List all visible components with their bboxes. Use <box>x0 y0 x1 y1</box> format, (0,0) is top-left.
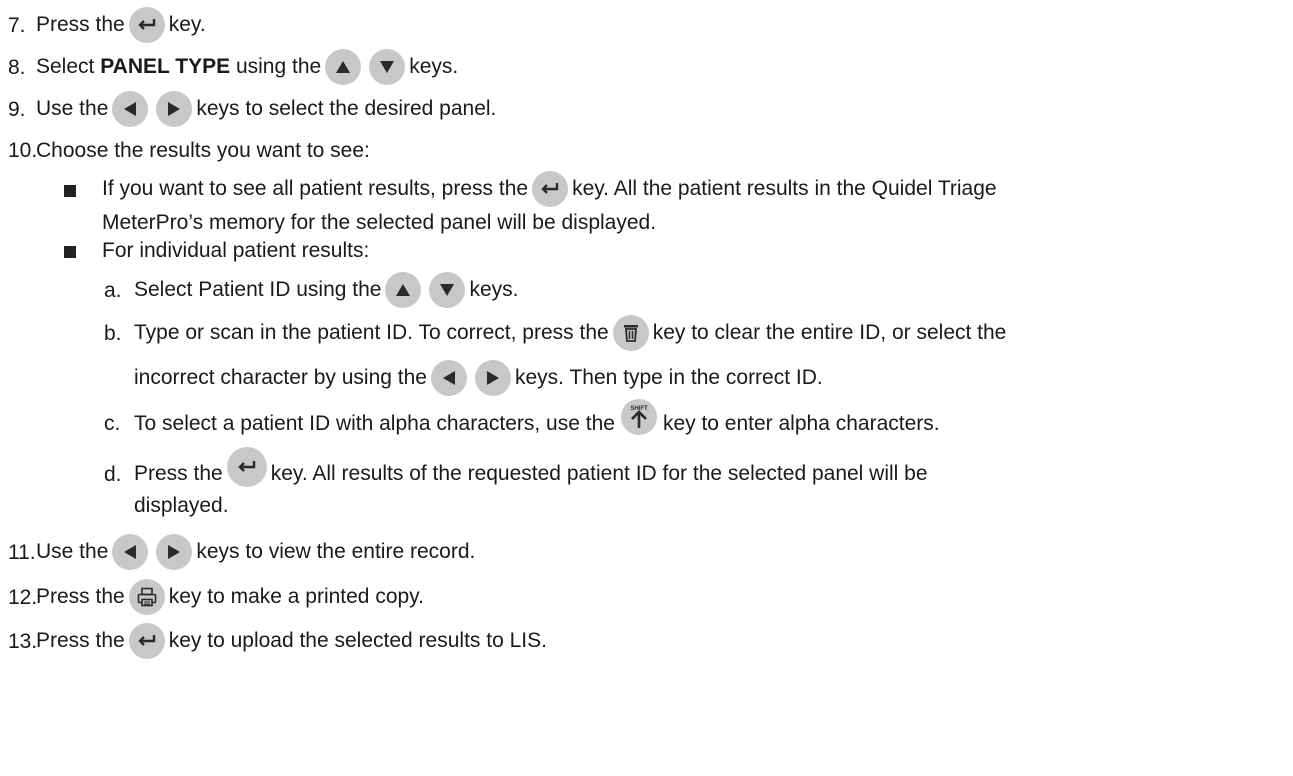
substep-d-text-b: key. All results of the requested patien… <box>270 462 928 485</box>
instruction-page: 7. Press the key. 8. Select PANEL TYPE u… <box>0 0 1293 776</box>
substep-b-text-a: Type or scan in the patient ID. To corre… <box>134 321 609 344</box>
up-arrow-key-icon <box>325 49 362 85</box>
enter-key-icon <box>128 623 165 659</box>
step-12-number: 12. <box>8 586 38 609</box>
substep-d-letter: d. <box>104 463 122 486</box>
substep-b-text-b: key to clear the entire ID, or select th… <box>652 321 1007 344</box>
step-8: Select PANEL TYPE using the keys. <box>36 49 458 85</box>
enter-key-icon <box>532 171 569 207</box>
print-key-icon <box>128 579 165 615</box>
bullet-1-text-c: MeterPro’s memory for the selected panel… <box>102 211 657 234</box>
bullet-all-results: If you want to see all patient results, … <box>102 171 997 207</box>
substep-d-text-c: displayed. <box>134 494 229 517</box>
step-9-number: 9. <box>8 98 26 121</box>
substep-c-text-b: key to enter alpha characters. <box>662 412 940 435</box>
enter-key-icon <box>226 447 267 487</box>
substep-d: Press the key. All results of the reques… <box>134 447 928 487</box>
step-10-number: 10. <box>8 139 38 162</box>
step-7-number: 7. <box>8 14 26 37</box>
down-arrow-key-icon <box>429 272 466 308</box>
step-13-text-b: key to upload the selected results to LI… <box>168 629 547 652</box>
trash-key-icon <box>612 315 649 351</box>
substep-b: Type or scan in the patient ID. To corre… <box>134 315 1006 351</box>
substep-a-text-a: Select Patient ID using the <box>134 278 382 301</box>
down-arrow-key-icon <box>369 49 406 85</box>
left-arrow-key-icon <box>112 91 149 127</box>
step-13-number: 13. <box>8 630 38 653</box>
step-7-text-a: Press the <box>36 13 125 36</box>
substep-c-letter: c. <box>104 412 121 435</box>
step-8-panel-type: PANEL TYPE <box>100 55 231 78</box>
substep-c: To select a patient ID with alpha charac… <box>134 397 940 437</box>
step-11-text-a: Use the <box>36 540 109 563</box>
step-11: Use the keys to view the entire record. <box>36 534 475 570</box>
bullet-marker <box>64 246 76 258</box>
right-arrow-key-icon <box>156 91 193 127</box>
step-9: Use the keys to select the desired panel… <box>36 91 496 127</box>
substep-b-line-2: incorrect character by using the keys. T… <box>134 360 823 396</box>
substep-b-text-c: incorrect character by using the <box>134 366 427 389</box>
step-12: Press the key to make a printed copy. <box>36 579 424 615</box>
substep-a: Select Patient ID using the keys. <box>134 272 519 308</box>
enter-key-icon <box>128 7 165 43</box>
step-13: Press the key to upload the selected res… <box>36 623 547 659</box>
step-8-number: 8. <box>8 56 26 79</box>
substep-a-letter: a. <box>104 279 122 302</box>
step-8-text-a: Select <box>36 55 101 78</box>
right-arrow-key-icon <box>474 360 511 396</box>
step-9-text-a: Use the <box>36 97 109 120</box>
step-13-text-a: Press the <box>36 629 125 652</box>
substep-a-text-b: keys. <box>469 278 519 301</box>
step-10-text-a: Choose the results you want to see: <box>36 139 370 162</box>
left-arrow-key-icon <box>430 360 467 396</box>
bullet-1-text-b: key. All the patient results in the Quid… <box>572 177 997 200</box>
step-10: Choose the results you want to see: <box>36 139 370 163</box>
step-11-number: 11. <box>8 541 36 564</box>
step-9-text-b: keys to select the desired panel. <box>196 97 497 120</box>
substep-c-text-a: To select a patient ID with alpha charac… <box>134 412 615 435</box>
step-7: Press the key. <box>36 7 206 43</box>
step-11-text-b: keys to view the entire record. <box>196 540 476 563</box>
substep-b-text-d: keys. Then type in the correct ID. <box>514 366 823 389</box>
right-arrow-key-icon <box>156 534 193 570</box>
substep-d-text-a: Press the <box>134 462 223 485</box>
step-8-text-d: keys. <box>409 55 459 78</box>
substep-b-letter: b. <box>104 322 122 345</box>
step-12-text-b: key to make a printed copy. <box>168 585 424 608</box>
bullet-marker <box>64 185 76 197</box>
left-arrow-key-icon <box>112 534 149 570</box>
shift-key-icon: SHIFT <box>619 397 659 437</box>
step-8-text-c: using the <box>230 55 322 78</box>
up-arrow-key-icon <box>385 272 422 308</box>
bullet-1-text-a: If you want to see all patient results, … <box>102 177 529 200</box>
bullet-2-text: For individual patient results: <box>102 239 370 262</box>
step-7-text-b: key. <box>168 13 206 36</box>
step-12-text-a: Press the <box>36 585 125 608</box>
